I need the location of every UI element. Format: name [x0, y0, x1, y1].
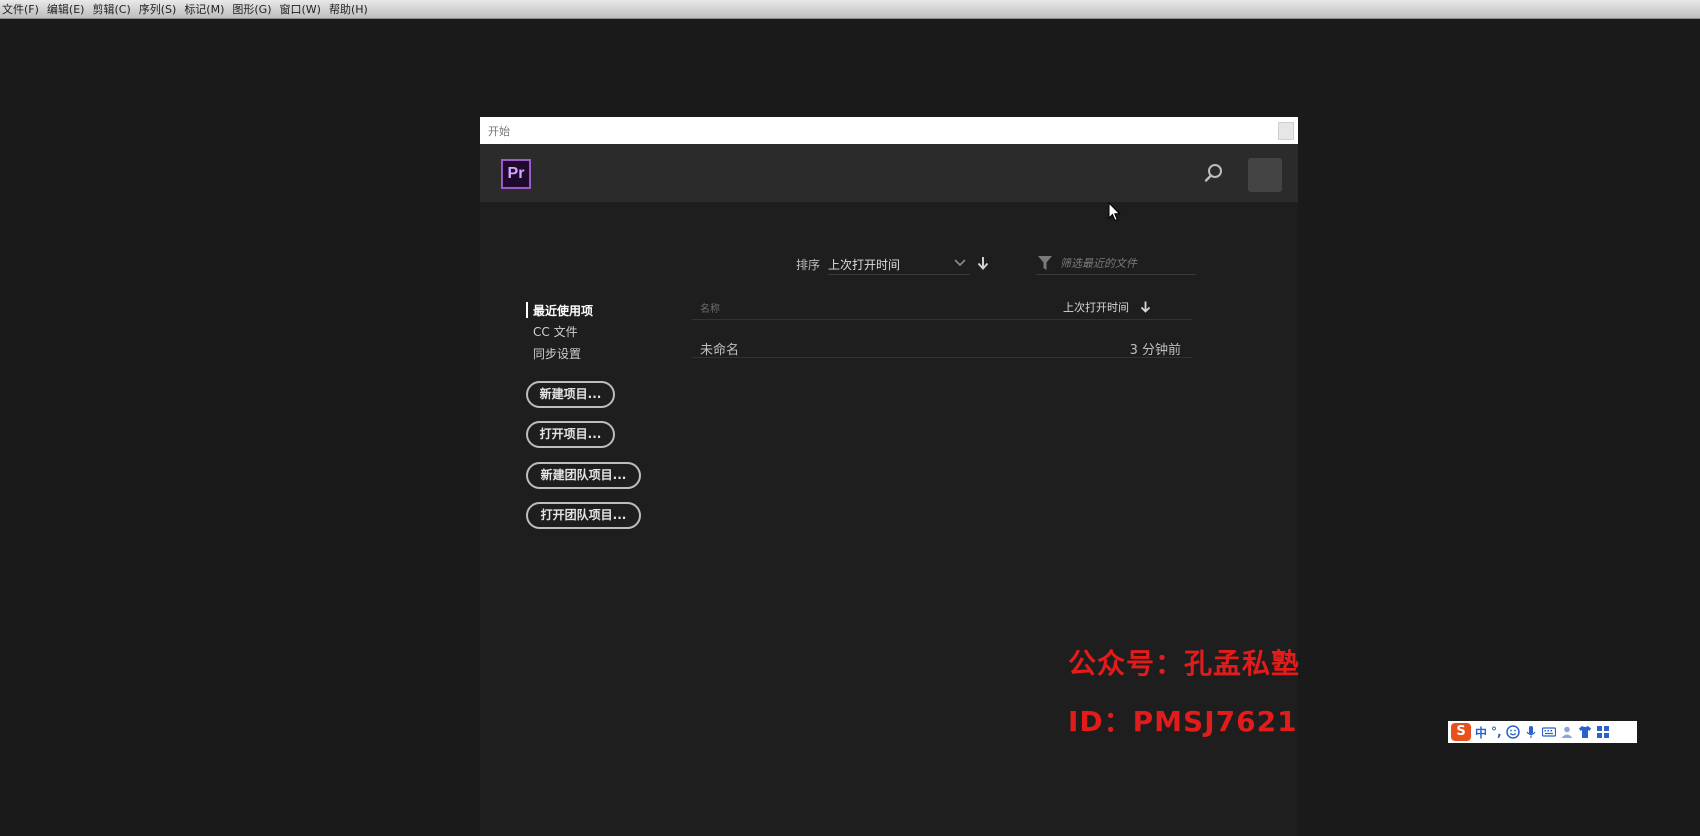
sort-label: 排序: [796, 258, 821, 272]
filter-input[interactable]: [1058, 254, 1198, 272]
keyboard-icon[interactable]: [1541, 725, 1556, 739]
open-project-button[interactable]: 打开项目...: [526, 421, 615, 448]
nav-sync-settings[interactable]: 同步设置: [533, 345, 581, 362]
title-strip: 文件(F) 编辑(E) 剪辑(C) 序列(S) 标记(M) 图形(G) 窗口(W…: [0, 0, 1700, 19]
sort-direction-arrow-icon[interactable]: [977, 256, 989, 270]
column-header-last-opened[interactable]: 上次打开时间: [1063, 299, 1129, 315]
watermark-line2: ID：PMSJ7621: [1068, 705, 1298, 738]
close-button[interactable]: [1278, 122, 1294, 140]
dialog-titlebar[interactable]: 开始: [480, 117, 1298, 144]
menubar: 文件(F) 编辑(E) 剪辑(C) 序列(S) 标记(M) 图形(G) 窗口(W…: [0, 2, 374, 18]
menu-window[interactable]: 窗口(W): [278, 2, 327, 18]
menu-marker[interactable]: 标记(M): [182, 2, 230, 18]
dialog-title: 开始: [488, 125, 510, 138]
avatar[interactable]: [1248, 158, 1282, 192]
skin-shirt-icon[interactable]: [1578, 725, 1592, 739]
nav-cc-files[interactable]: CC 文件: [533, 323, 578, 340]
sort-dropdown[interactable]: 上次打开时间: [828, 248, 970, 275]
toolbox-grid-icon[interactable]: [1596, 725, 1610, 739]
mouse-cursor-icon: [1108, 202, 1121, 222]
search-icon[interactable]: [1202, 161, 1226, 185]
file-name[interactable]: 未命名: [700, 339, 739, 358]
filter-funnel-icon: [1038, 256, 1052, 270]
sort-value: 上次打开时间: [828, 258, 901, 272]
microphone-icon[interactable]: [1524, 725, 1538, 739]
menu-edit[interactable]: 编辑(E): [45, 2, 91, 18]
menu-help[interactable]: 帮助(H): [327, 2, 374, 18]
menu-sequence[interactable]: 序列(S): [137, 2, 183, 18]
menu-clip[interactable]: 剪辑(C): [90, 2, 136, 18]
sort-desc-arrow-icon: [1140, 301, 1151, 313]
new-project-button[interactable]: 新建项目...: [526, 381, 615, 408]
user-icon[interactable]: [1560, 725, 1574, 739]
ime-toolbar: S 中 °,: [1448, 721, 1637, 743]
dialog-header: Pr: [480, 144, 1298, 202]
file-opened-time: 3 分钟前: [1129, 343, 1181, 358]
new-team-project-button[interactable]: 新建团队项目...: [526, 462, 641, 489]
open-team-project-button[interactable]: 打开团队项目...: [526, 502, 641, 529]
menu-file[interactable]: 文件(F): [0, 2, 45, 18]
sogou-logo-icon[interactable]: S: [1451, 723, 1471, 741]
nav-active-indicator: [526, 302, 528, 318]
filter-field[interactable]: [1036, 248, 1198, 275]
ime-mode[interactable]: 中: [1475, 724, 1487, 741]
nav-recent[interactable]: 最近使用项: [533, 302, 593, 319]
chevron-down-icon: [954, 259, 966, 267]
header-divider: [692, 319, 1192, 320]
watermark-line1: 公众号：孔孟私塾: [1068, 647, 1301, 680]
menu-graphics[interactable]: 图形(G): [230, 2, 277, 18]
premiere-logo: Pr: [501, 159, 531, 189]
ime-punctuation[interactable]: °,: [1491, 725, 1502, 739]
row-divider: [692, 357, 1192, 358]
emoji-icon[interactable]: [1505, 725, 1520, 739]
column-header-name[interactable]: 名称: [700, 300, 720, 315]
